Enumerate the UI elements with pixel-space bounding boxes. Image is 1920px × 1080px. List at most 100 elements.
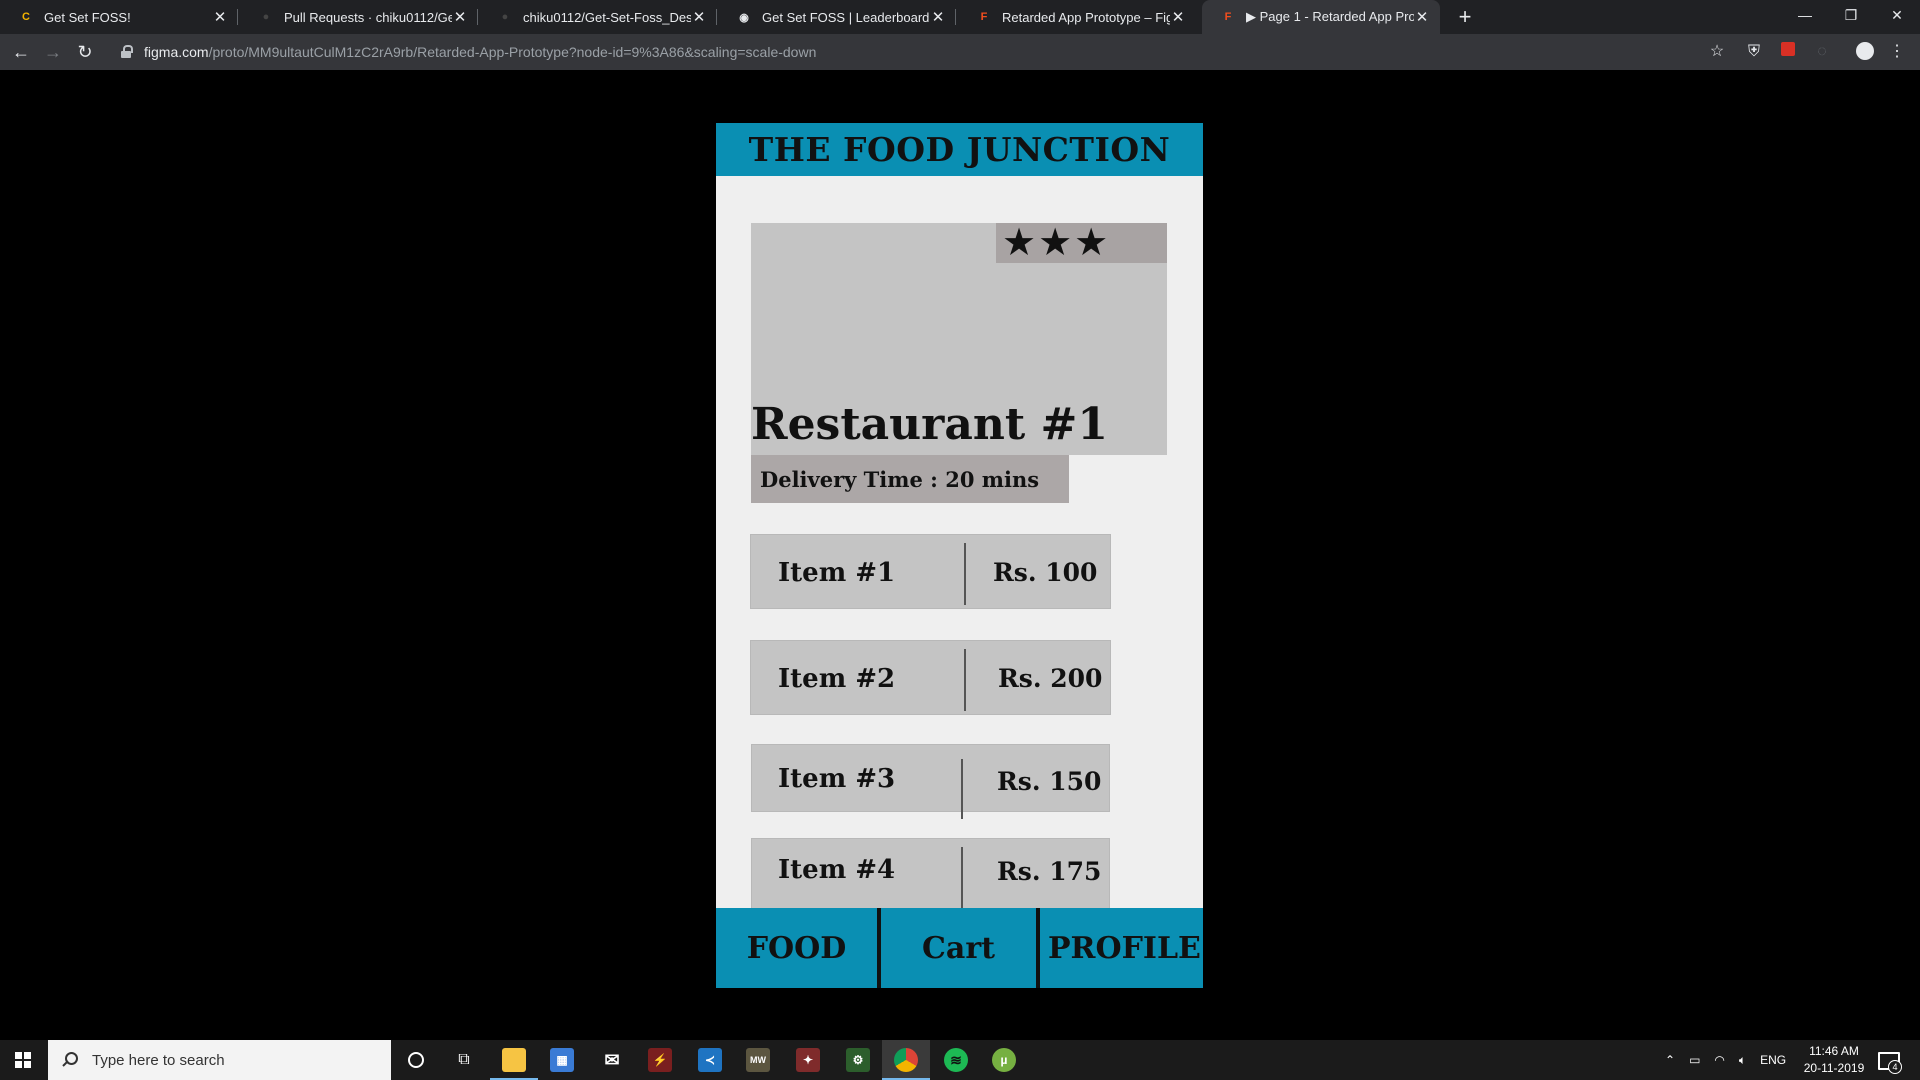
taskbar-clock[interactable]: 11:46 AM 20-11-2019 [1794,1043,1874,1077]
restore-button[interactable]: ❐ [1828,0,1874,30]
tab-title: chiku0112/Get-Set-Foss_Design [523,9,691,25]
menu-item[interactable]: Item #2 Rs. 200 [750,640,1111,715]
red-app-icon: ⚡ [648,1048,672,1072]
game-button[interactable]: MW [734,1040,782,1080]
language-indicator[interactable]: ENG [1760,1053,1786,1067]
notification-badge: 4 [1888,1060,1902,1074]
item-name: Item #3 [778,764,896,794]
github-icon: ● [262,11,270,23]
rating-badge: ★ ★ ★ [996,223,1167,263]
spotify-icon: ≋ [944,1048,968,1072]
delivery-time-label: Delivery Time : 20 mins [751,455,1069,503]
back-button[interactable]: ← [9,40,33,64]
tab-title: ▶ Page 1 - Retarded App Prototy [1246,9,1414,24]
menu-icon[interactable]: ⋮ [1887,42,1907,62]
minimize-button[interactable]: — [1782,0,1828,30]
wifi-icon[interactable]: ◠ [1714,1053,1724,1067]
folder-icon [502,1048,526,1072]
close-icon[interactable]: ✕ [212,8,228,26]
tab-page-1-active[interactable]: F ▶ Page 1 - Retarded App Prototy ✕ [1202,0,1440,34]
app-button[interactable]: ✦ [784,1040,832,1080]
item-price: Rs. 175 [997,856,1102,886]
bottom-nav: FOOD Cart PROFILE [716,908,1203,988]
restaurant-card[interactable]: ★ ★ ★ Restaurant #1 [751,223,1167,455]
letter-c-icon: C [22,11,30,23]
store-icon: ▦ [550,1048,574,1072]
start-button[interactable] [0,1040,46,1080]
item-price: Rs. 150 [997,766,1102,796]
shield-extension-icon[interactable]: ⛨ [1744,42,1764,62]
tab-title: Retarded App Prototype – Figma [1002,9,1170,25]
chrome-icon [894,1048,918,1072]
app-green-button[interactable]: ⚙ [834,1040,882,1080]
new-tab-button[interactable]: + [1452,4,1478,30]
close-window-button[interactable]: ✕ [1874,0,1920,30]
store-button[interactable]: ▦ [538,1040,586,1080]
windows-logo-icon [15,1052,31,1068]
prototype-frame: THE FOOD JUNCTION ★ ★ ★ Restaurant #1 De… [716,123,1203,988]
menu-item[interactable]: Item #4 Rs. 175 [751,838,1110,911]
item-divider [961,759,963,819]
green-app-icon: ⚙ [846,1048,870,1072]
notification-icon[interactable]: 4 [1876,1048,1902,1074]
taskbar-search[interactable]: Type here to search [48,1040,391,1080]
chevron-up-icon[interactable]: ⌃ [1665,1053,1675,1067]
nav-cart[interactable]: Cart [881,908,1036,988]
tab-get-set-foss[interactable]: C Get Set FOSS! ✕ [0,0,238,34]
chrome-button[interactable] [882,1040,930,1080]
app-red-button[interactable]: ⚡ [636,1040,684,1080]
mail-button[interactable]: ✉ [588,1040,636,1080]
file-explorer-button[interactable] [490,1040,538,1080]
vscode-button[interactable]: ≺ [686,1040,734,1080]
cortana-button[interactable] [392,1040,440,1080]
close-icon[interactable]: ✕ [930,8,946,26]
item-price: Rs. 200 [998,664,1103,693]
cortana-icon [408,1052,424,1068]
app-header: THE FOOD JUNCTION [716,123,1203,176]
lock-icon [120,45,134,59]
game-icon: MW [746,1048,770,1072]
mail-icon: ✉ [604,1049,620,1070]
browser-toolbar: ← → ↻ figma.com/proto/MM9ultautCulM1zC2r… [0,34,1920,70]
nav-food[interactable]: FOOD [716,908,877,988]
tab-title: Get Set FOSS! [44,9,131,25]
star-icon: ★ [1038,222,1073,264]
battery-icon[interactable]: ▭ [1689,1053,1700,1067]
close-icon[interactable]: ✕ [1414,8,1430,26]
search-icon [62,1052,78,1068]
menu-item[interactable]: Item #1 Rs. 100 [750,534,1111,609]
app-title: THE FOOD JUNCTION [748,130,1171,169]
red-extension-icon[interactable] [1778,42,1798,62]
spotify-button[interactable]: ≋ [932,1040,980,1080]
address-bar[interactable]: figma.com/proto/MM9ultautCulM1zC2rA9rb/R… [108,37,1738,67]
reload-button[interactable]: ↻ [73,40,97,64]
figma-icon: F [1224,11,1232,23]
nav-profile[interactable]: PROFILE [1040,908,1203,988]
close-icon[interactable]: ✕ [691,8,707,26]
profile-avatar[interactable] [1855,42,1875,62]
forward-button[interactable]: → [41,40,65,64]
tab-figma-prototype[interactable]: F Retarded App Prototype – Figma ✕ [958,0,1196,34]
item-name: Item #2 [778,663,896,694]
url-text: figma.com/proto/MM9ultautCulM1zC2rA9rb/R… [144,44,817,60]
volume-icon[interactable]: 🔈︎ [1739,1053,1746,1068]
menu-item[interactable]: Item #3 Rs. 150 [751,744,1110,819]
tab-title: Pull Requests · chiku0112/Get-Se [284,9,452,25]
bookmark-star-icon[interactable]: ☆ [1707,42,1727,62]
task-view-button[interactable]: ⧉ [440,1040,488,1080]
close-icon[interactable]: ✕ [1170,8,1186,26]
task-view-icon: ⧉ [458,1051,470,1068]
globe-icon: ◉ [739,11,749,24]
extension-icon[interactable]: ◌ [1812,42,1832,62]
close-icon[interactable]: ✕ [452,8,468,26]
item-price: Rs. 100 [993,558,1098,587]
tab-repo-design[interactable]: ● chiku0112/Get-Set-Foss_Design ✕ [479,0,717,34]
figma-icon: F [980,11,988,23]
utorrent-button[interactable]: µ [980,1040,1028,1080]
star-icon: ★ [1002,222,1037,264]
tab-title: Get Set FOSS | Leaderboard Port [762,9,930,25]
item-name: Item #4 [778,855,896,885]
tab-leaderboard[interactable]: ◉ Get Set FOSS | Leaderboard Port ✕ [718,0,956,34]
windows-taskbar: Type here to search ⧉ ▦ ✉ ⚡ ≺ MW ✦ ⚙ ≋ µ… [0,1040,1920,1080]
tab-pull-requests[interactable]: ● Pull Requests · chiku0112/Get-Se ✕ [240,0,478,34]
